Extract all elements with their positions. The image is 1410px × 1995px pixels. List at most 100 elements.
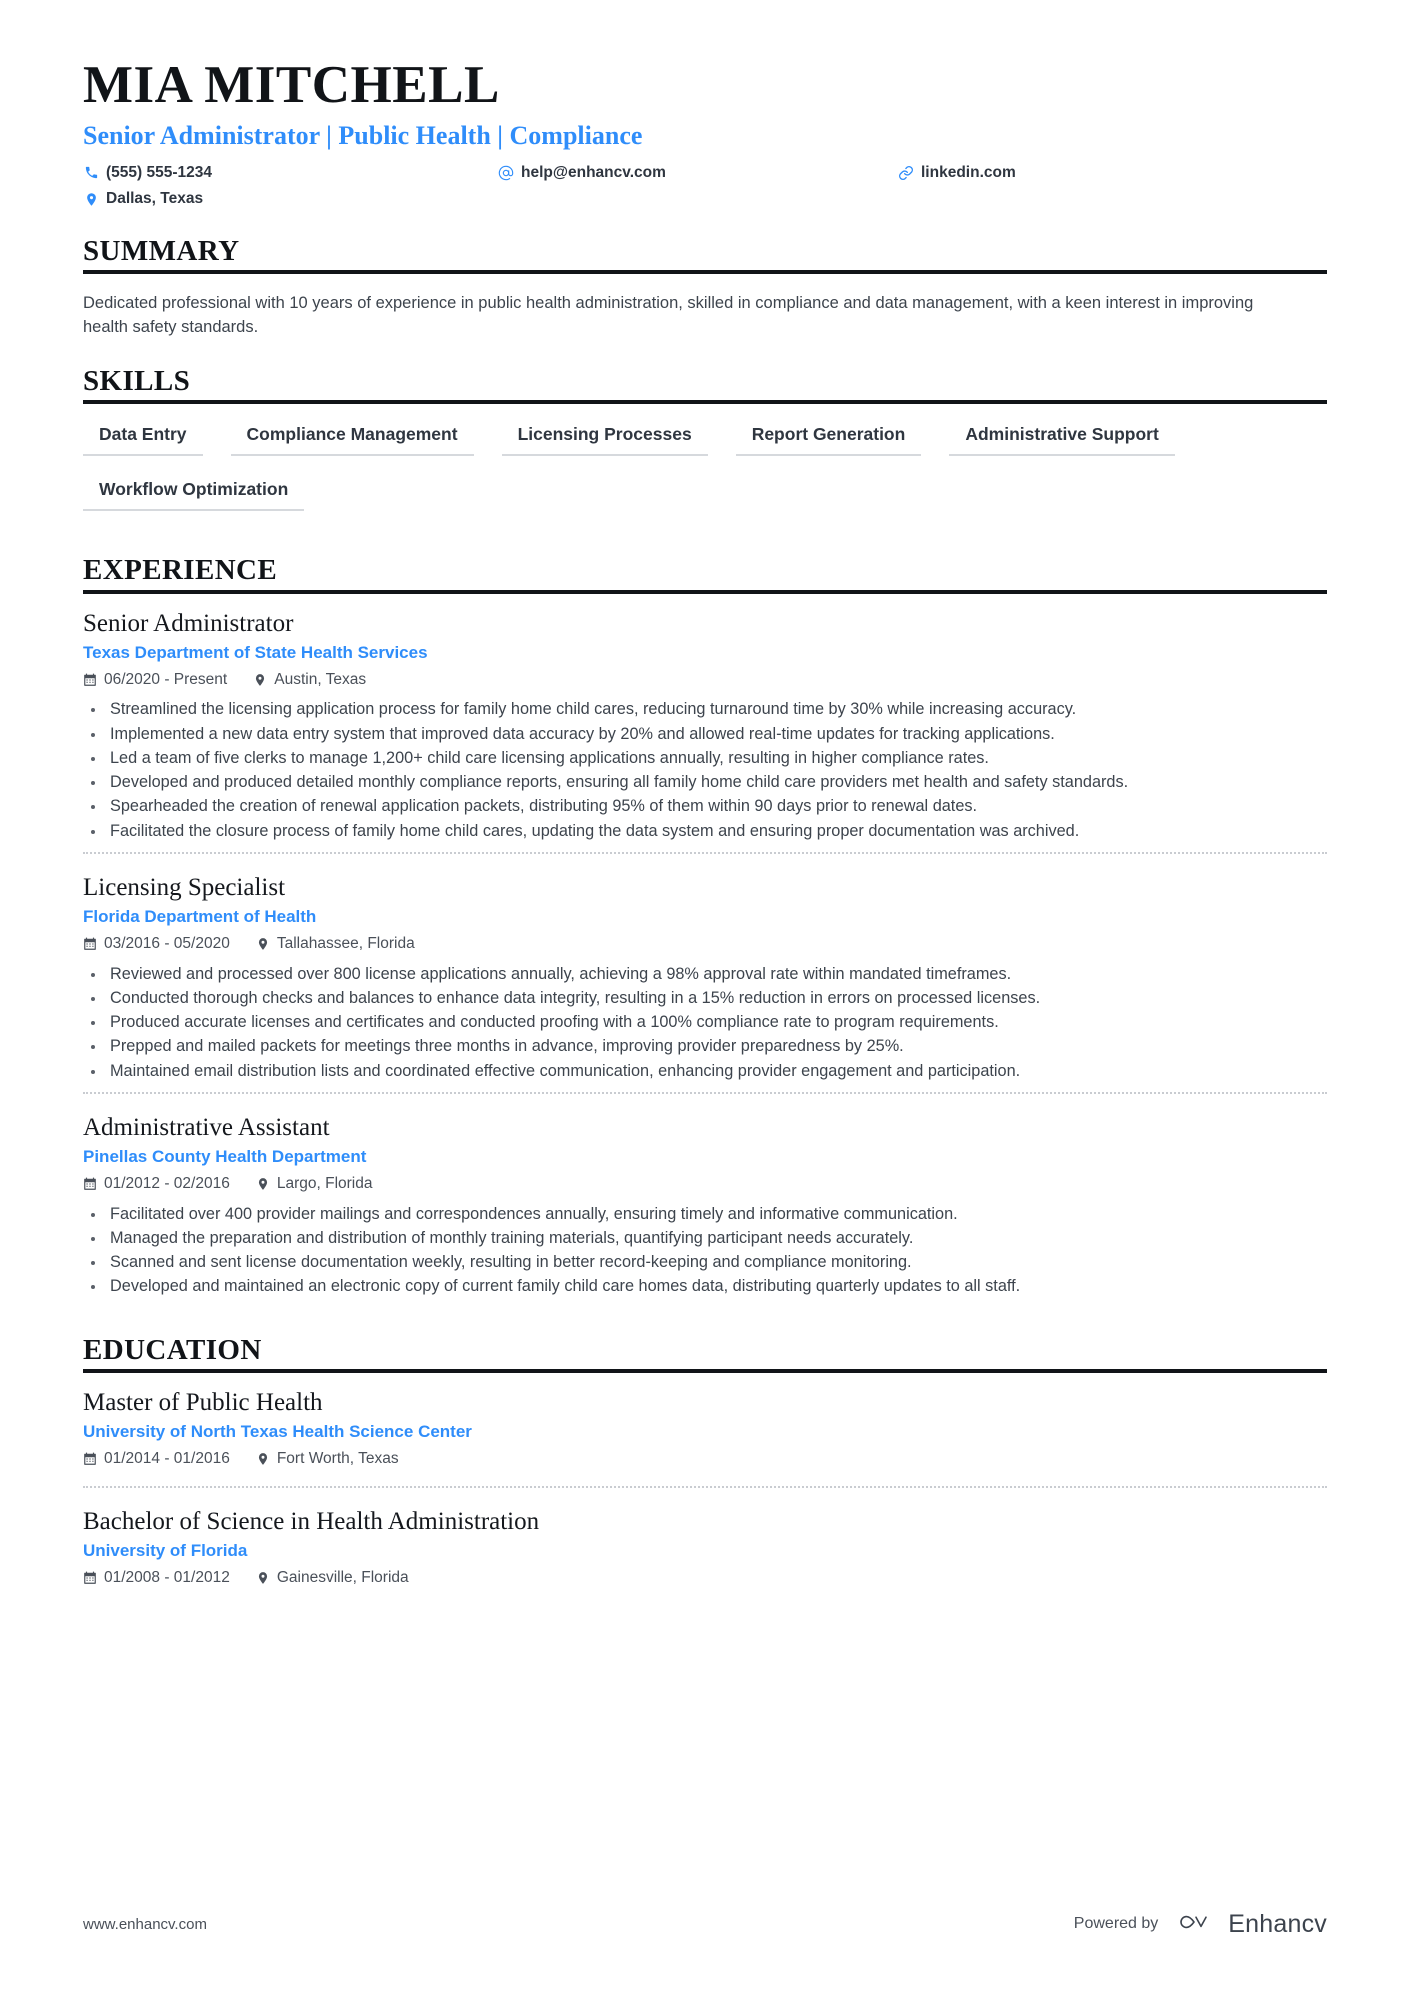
entry-role: Master of Public Health <box>83 1389 323 1417</box>
location-value: Dallas, Texas <box>106 189 204 207</box>
calendar-icon <box>83 1177 97 1191</box>
contact-link[interactable]: linkedin.com <box>898 163 1178 183</box>
entry-location: Gainesville, Florida <box>256 1568 409 1588</box>
section-divider <box>83 270 1327 275</box>
entry-meta: 03/2016 - 05/2020 Tallahassee, Florida <box>83 934 1327 954</box>
contact-row-secondary: Dallas, Texas <box>83 189 1327 209</box>
entry-location-value: Gainesville, Florida <box>276 1568 409 1586</box>
entry-meta: 06/2020 - Present Austin, Texas <box>83 670 1327 690</box>
bullet-item: Conducted thorough checks and balances t… <box>83 987 1325 1010</box>
link-icon <box>898 165 914 181</box>
enhancv-mark-icon <box>1174 1909 1218 1939</box>
skills-list: Data Entry Compliance Management Licensing… <box>83 418 1327 528</box>
contact-phone[interactable]: (555) 555-1234 <box>83 163 498 183</box>
entry-organization: Florida Department of Health <box>83 907 317 927</box>
link-value: linkedin.com <box>921 163 1016 181</box>
section-title-experience: EXPERIENCE <box>83 554 278 587</box>
entry-dates: 01/2014 - 01/2016 <box>83 1449 230 1469</box>
resume-header: MIA MITCHELL Senior Administrator | Publ… <box>83 0 1327 209</box>
summary-text: Dedicated professional with 10 years of … <box>83 293 1254 337</box>
footer-branding: Powered by Enhancv <box>1074 1909 1327 1939</box>
calendar-icon <box>83 673 97 687</box>
entry-bullets: Facilitated over 400 provider mailings a… <box>83 1203 1327 1299</box>
section-divider <box>83 400 1327 405</box>
map-pin-icon <box>256 1452 270 1466</box>
skill-chip: Licensing Processes <box>501 418 708 457</box>
bullet-item: Streamlined the licensing application pr… <box>83 698 1325 721</box>
entry-organization: University of North Texas Health Science… <box>83 1422 472 1442</box>
bullet-item: Prepped and mailed packets for meetings … <box>83 1035 1325 1058</box>
entry-location-value: Fort Worth, Texas <box>276 1450 399 1468</box>
calendar-icon <box>83 937 97 951</box>
bullet-item: Spearheaded the creation of renewal appl… <box>83 795 1325 818</box>
entry-dates-value: 01/2008 - 01/2012 <box>104 1568 230 1586</box>
phone-value: (555) 555-1234 <box>106 163 212 181</box>
experience-entry: Licensing Specialist Florida Department o… <box>83 852 1327 1092</box>
contact-row-primary: (555) 555-1234 help@enhancv.com linkedin… <box>83 163 1327 183</box>
bullet-item: Implemented a new data entry system that… <box>83 723 1325 746</box>
calendar-icon <box>83 1452 97 1466</box>
entry-location: Largo, Florida <box>256 1174 373 1194</box>
map-pin-icon <box>256 937 270 951</box>
section-skills: SKILLS Data Entry Compliance Management Li… <box>83 365 1327 528</box>
experience-entries: Senior Administrator Texas Department of … <box>83 608 1327 1308</box>
at-sign-icon <box>498 165 514 181</box>
entry-dates: 01/2012 - 02/2016 <box>83 1174 230 1194</box>
education-entry: Master of Public Health University of Nor… <box>83 1387 1327 1485</box>
calendar-icon <box>83 1571 97 1585</box>
contact-info: (555) 555-1234 help@enhancv.com linkedin… <box>83 163 1327 209</box>
bullet-item: Developed and produced detailed monthly … <box>83 771 1325 794</box>
experience-entry: Administrative Assistant Pinellas County … <box>83 1092 1327 1308</box>
entry-role: Bachelor of Science in Health Administra… <box>83 1507 540 1535</box>
enhancv-logo: Enhancv <box>1174 1909 1327 1939</box>
entry-role: Licensing Specialist <box>83 874 286 902</box>
entry-bullets: Streamlined the licensing application pr… <box>83 698 1327 843</box>
entry-organization: Texas Department of State Health Service… <box>83 643 428 663</box>
entry-meta: 01/2012 - 02/2016 Largo, Florida <box>83 1174 1327 1194</box>
entry-location: Austin, Texas <box>253 670 366 690</box>
entry-bullets: Reviewed and processed over 800 license … <box>83 963 1327 1083</box>
phone-icon <box>83 165 99 181</box>
bullet-item: Reviewed and processed over 800 license … <box>83 963 1325 986</box>
candidate-name: MIA MITCHELL <box>83 56 500 114</box>
contact-email[interactable]: help@enhancv.com <box>498 163 898 183</box>
skill-chip: Compliance Management <box>230 418 474 457</box>
entry-dates: 03/2016 - 05/2020 <box>83 934 230 954</box>
resume-page: MIA MITCHELL Senior Administrator | Publ… <box>0 0 1410 1995</box>
section-title-summary: SUMMARY <box>83 235 240 268</box>
skill-chip: Workflow Optimization <box>83 473 305 512</box>
entry-location: Tallahassee, Florida <box>256 934 415 954</box>
entry-dates-value: 06/2020 - Present <box>104 671 228 689</box>
entry-organization: Pinellas County Health Department <box>83 1147 367 1167</box>
enhancv-wordmark: Enhancv <box>1228 1909 1327 1938</box>
candidate-headline: Senior Administrator | Public Health | C… <box>83 120 643 150</box>
email-value: help@enhancv.com <box>521 163 666 181</box>
entry-dates-value: 03/2016 - 05/2020 <box>104 935 230 953</box>
contact-location: Dallas, Texas <box>83 189 498 209</box>
skill-chip: Administrative Support <box>949 418 1175 457</box>
bullet-item: Produced accurate licenses and certifica… <box>83 1011 1325 1034</box>
experience-entry: Senior Administrator Texas Department of … <box>83 608 1327 852</box>
section-title-skills: SKILLS <box>83 365 191 398</box>
entry-location-value: Largo, Florida <box>276 1175 373 1193</box>
entry-meta: 01/2008 - 01/2012 Gainesville, Florida <box>83 1568 1327 1588</box>
map-pin-icon <box>253 673 267 687</box>
bullet-item: Facilitated over 400 provider mailings a… <box>83 1203 1325 1226</box>
section-title-education: EDUCATION <box>83 1333 262 1366</box>
bullet-item: Maintained email distribution lists and … <box>83 1060 1325 1083</box>
bullet-item: Developed and maintained an electronic c… <box>83 1275 1325 1298</box>
bullet-item: Scanned and sent license documentation w… <box>83 1251 1325 1274</box>
entry-location-value: Austin, Texas <box>274 671 367 689</box>
section-divider <box>83 589 1327 594</box>
bullet-item: Facilitated the closure process of famil… <box>83 820 1325 843</box>
entry-location-value: Tallahassee, Florida <box>276 935 415 953</box>
entry-location: Fort Worth, Texas <box>256 1449 399 1469</box>
section-education: EDUCATION Master of Public Health Univers… <box>83 1334 1327 1604</box>
education-entry: Bachelor of Science in Health Administra… <box>83 1485 1327 1604</box>
map-pin-icon <box>83 191 99 207</box>
education-entries: Master of Public Health University of Nor… <box>83 1387 1327 1604</box>
entry-meta: 01/2014 - 01/2016 Fort Worth, Texas <box>83 1449 1327 1469</box>
footer-website[interactable]: www.enhancv.com <box>83 1916 207 1933</box>
bullet-item: Managed the preparation and distribution… <box>83 1227 1325 1250</box>
skill-chip: Report Generation <box>735 418 922 457</box>
